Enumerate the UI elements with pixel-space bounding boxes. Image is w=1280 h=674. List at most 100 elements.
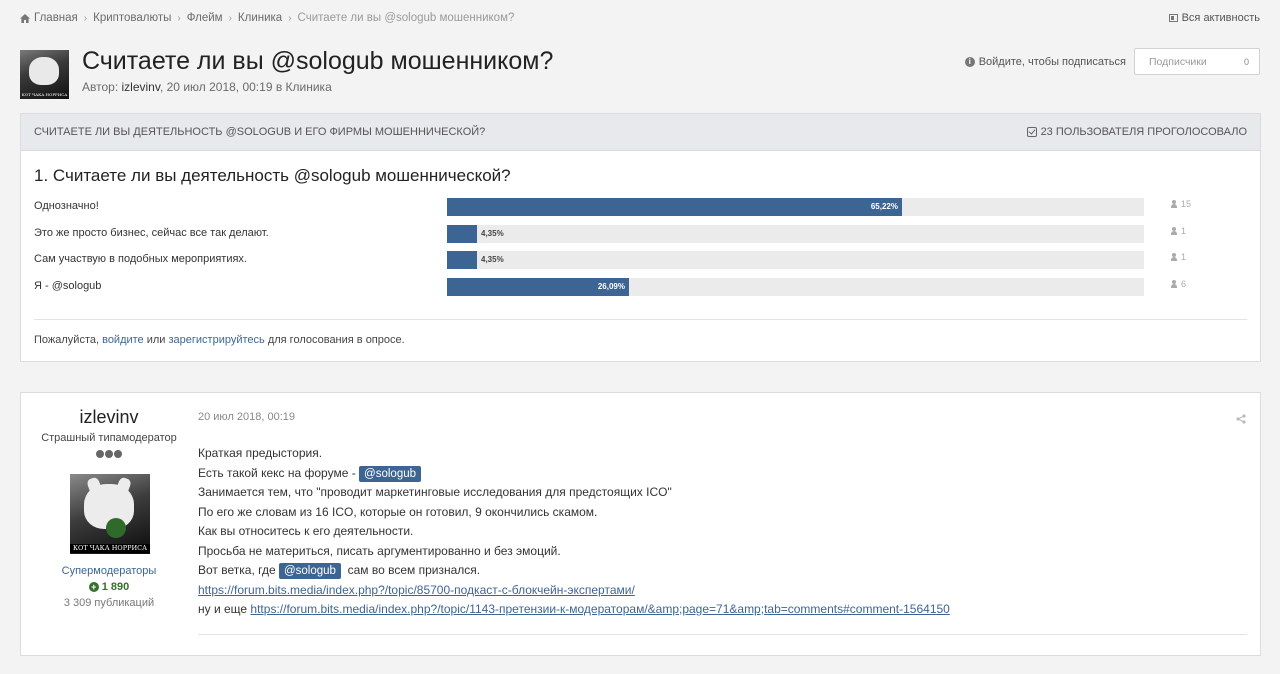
- divider: [34, 319, 1247, 320]
- poll-bar-fill: [447, 251, 477, 269]
- divider: [198, 634, 1247, 635]
- follow-area: i Войдите, чтобы подписаться Подписчики …: [964, 48, 1260, 75]
- breadcrumb: Главная › Криптовалюты › Флейм › Клиника…: [20, 11, 1260, 25]
- poll-bar-track: 4,35%: [447, 225, 1144, 243]
- subscribers-button[interactable]: Подписчики 0: [1134, 48, 1260, 75]
- post-line: Занимается тем, что "проводит маркетинго…: [198, 485, 672, 499]
- post-date[interactable]: 20 июл 2018, 00:19: [198, 411, 295, 423]
- poll-option-label: Это же просто бизнес, сейчас все так дел…: [34, 227, 269, 239]
- poll-option: Это же просто бизнес, сейчас все так дел…: [34, 225, 1250, 243]
- poll-bar-track: 65,22%: [447, 198, 1144, 216]
- breadcrumb-clinic[interactable]: Клиника: [238, 12, 282, 24]
- topic-link[interactable]: https://forum.bits.media/index.php?/topi…: [250, 602, 949, 616]
- post: izlevinv Страшный типамодератор КОТ ЧАКА…: [20, 392, 1261, 656]
- rank-pip-icon: [96, 450, 104, 458]
- avatar[interactable]: КОТ ЧАКА НОРРИСА: [70, 474, 150, 554]
- breadcrumb-home[interactable]: Главная: [34, 12, 78, 24]
- activity-icon: [1168, 14, 1178, 22]
- chevron-right-icon: ›: [83, 12, 88, 24]
- poll-count-value: 15: [1181, 199, 1192, 209]
- post-line: Как вы относитесь к его деятельности.: [198, 524, 414, 538]
- topic-author-link[interactable]: izlevinv: [122, 80, 160, 94]
- post-text: Есть такой кекс на форуме -: [198, 465, 360, 480]
- post-line: https://forum.bits.media/index.php?/topi…: [198, 581, 1248, 601]
- post-line: Есть такой кекс на форуме - @sologub: [198, 464, 1248, 484]
- user-icon: [1171, 227, 1177, 235]
- all-activity-label: Вся активность: [1181, 12, 1260, 24]
- topic-author-avatar[interactable]: КОТ ЧАКА НОРРИСА: [20, 50, 69, 99]
- rank-pip-icon: [105, 450, 113, 458]
- reputation: + 1 890: [21, 581, 197, 593]
- poll-note-suffix: для голосования в опросе.: [264, 334, 405, 346]
- poll-option: Однозначно! 65,22% 15: [34, 198, 1250, 216]
- user-icon: [1171, 200, 1177, 208]
- page-title: Считаете ли вы @sologub мошенником?: [82, 47, 554, 75]
- post-text: ну и еще: [198, 602, 251, 616]
- avatar-caption: КОТ ЧАКА НОРРИСА: [70, 544, 150, 553]
- poll-box: Считаете ли вы деятельность @sologub и е…: [20, 113, 1261, 362]
- post-rank: Страшный типамодератор: [41, 432, 177, 444]
- poll-option-label: Однозначно!: [34, 200, 99, 212]
- poll-percent: 4,35%: [481, 255, 504, 264]
- topic-link[interactable]: https://forum.bits.media/index.php?/topi…: [198, 583, 635, 597]
- rank-pip-icon: [114, 450, 122, 458]
- post-username[interactable]: izlevinv: [21, 407, 197, 428]
- breadcrumb-current: Считаете ли вы @sologub мошенником?: [297, 12, 515, 24]
- poll-percent: 26,09%: [597, 282, 625, 291]
- share-icon[interactable]: [1236, 413, 1246, 424]
- post-line: Просьба не материться, писать аргументир…: [198, 543, 561, 558]
- poll-option-label: Я - @sologub: [34, 280, 102, 292]
- all-activity-link[interactable]: Вся активность: [1168, 12, 1260, 24]
- poll-header: Считаете ли вы деятельность @sologub и е…: [21, 114, 1260, 151]
- check-icon: [1026, 127, 1037, 137]
- reputation-value: 1 890: [101, 581, 130, 593]
- cat-image: [29, 57, 59, 85]
- poll-count-value: 1: [1181, 226, 1187, 236]
- poll-bar-track: 4,35%: [447, 251, 1144, 269]
- avatar-caption: КОТ ЧАКА НОРРИСА: [21, 92, 68, 97]
- cactus-image: [106, 518, 126, 538]
- poll-question: 1. Считаете ли вы деятельность @sologub …: [34, 166, 511, 185]
- register-link[interactable]: зарегистрируйтесь: [169, 334, 265, 346]
- poll-bar-fill: [447, 198, 902, 216]
- mention-link[interactable]: @sologub: [359, 465, 422, 482]
- poll-count-value: 1: [1181, 252, 1187, 262]
- post-text: сам во всем признался.: [340, 563, 481, 577]
- poll-vote-count: 1: [1171, 252, 1186, 262]
- breadcrumb-crypto[interactable]: Криптовалюты: [93, 12, 171, 24]
- topic-meta-prefix: Автор:: [82, 80, 122, 94]
- poll-vote-count: 15: [1171, 199, 1191, 209]
- user-group: Супермодераторы: [61, 565, 157, 577]
- poll-title: Считаете ли вы деятельность @sologub и е…: [34, 126, 486, 138]
- topic-meta-suffix: , 20 июл 2018, 00:19 в Клиника: [159, 80, 332, 94]
- poll-vote-count: 6: [1171, 279, 1186, 289]
- poll-count-value: 6: [1181, 279, 1187, 289]
- login-link[interactable]: войдите: [102, 334, 144, 346]
- login-to-follow-label: Войдите, чтобы подписаться: [978, 55, 1126, 68]
- post-line: По его же словам из 16 ICO, которые он г…: [198, 504, 598, 519]
- post-count: 3 309 публикаций: [63, 597, 155, 609]
- breadcrumb-flame[interactable]: Флейм: [187, 12, 223, 24]
- poll-bar-track: 26,09%: [447, 278, 1144, 296]
- post-line: ну и еще https://forum.bits.media/index.…: [198, 600, 1248, 620]
- post-author-panel: izlevinv Страшный типамодератор КОТ ЧАКА…: [21, 393, 197, 655]
- poll-votes: 23 пользователя проголосовало: [1026, 126, 1247, 138]
- poll-note-middle: или: [143, 334, 169, 346]
- chevron-right-icon: ›: [288, 12, 292, 24]
- poll-option: Я - @sologub 26,09% 6: [34, 278, 1250, 296]
- poll-votes-text: 23 пользователя проголосовало: [1040, 126, 1247, 138]
- mention-link[interactable]: @sologub: [278, 563, 341, 579]
- poll-note: Пожалуйста, войдите или зарегистрируйтес…: [34, 334, 405, 346]
- post-text: Вот ветка, где: [198, 563, 279, 577]
- subscribers-count: 0: [1243, 56, 1249, 67]
- poll-note-prefix: Пожалуйста,: [34, 334, 103, 346]
- login-to-follow-link[interactable]: i Войдите, чтобы подписаться: [964, 55, 1126, 68]
- chevron-right-icon: ›: [177, 12, 181, 24]
- topic-meta: Автор: izlevinv, 20 июл 2018, 00:19 в Кл…: [82, 80, 332, 94]
- poll-percent: 65,22%: [870, 202, 898, 211]
- poll-vote-count: 1: [1171, 226, 1186, 236]
- rank-pips: [96, 450, 123, 458]
- user-icon: [1171, 280, 1177, 288]
- post-line: Вот ветка, где @sologub сам во всем приз…: [198, 561, 1248, 581]
- home-icon: [20, 13, 30, 23]
